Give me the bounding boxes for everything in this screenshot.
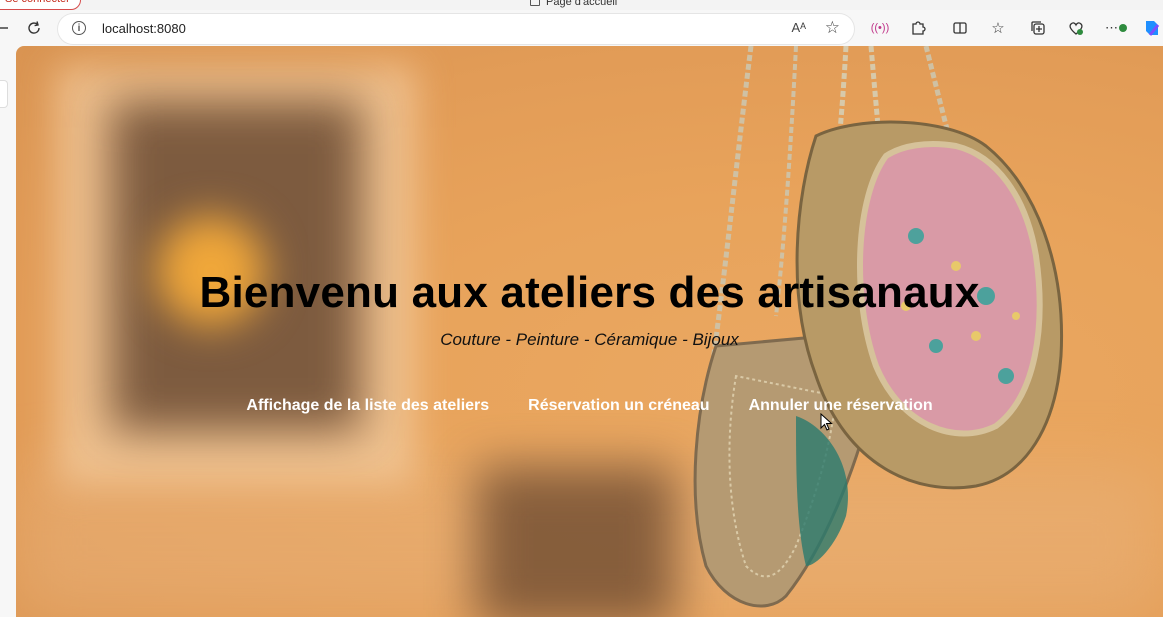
read-aloud-icon[interactable]: Aᴬ <box>791 20 806 35</box>
browser-title-bar: Se connecter Page d'accueil ▫ <box>0 0 1163 10</box>
link-list-workshops[interactable]: Affichage de la liste des ateliers <box>246 397 489 415</box>
url-text[interactable]: localhost:8080 <box>102 21 186 36</box>
copilot-icon[interactable] <box>1138 14 1163 42</box>
extension-icon[interactable]: ((•)) <box>866 14 894 42</box>
tab-title-text: Page d'accueil <box>546 0 618 8</box>
refresh-icon[interactable] <box>20 14 48 42</box>
favorite-star-icon[interactable]: ☆ <box>825 18 840 38</box>
extensions-puzzle-icon[interactable] <box>904 14 932 42</box>
page-icon <box>530 0 540 6</box>
tab-title: Page d'accueil <box>530 0 617 8</box>
hero-section: Bienvenu aux ateliers des artisanaux Cou… <box>16 46 1163 617</box>
page-viewport: Bienvenu aux ateliers des artisanaux Cou… <box>16 46 1163 617</box>
sidebar-edge <box>0 46 16 617</box>
link-reserve-slot[interactable]: Réservation un créneau <box>528 397 709 415</box>
favorites-icon[interactable]: ☆ <box>984 14 1012 42</box>
main-navigation: Affichage de la liste des ateliers Réser… <box>16 397 1163 415</box>
signin-button[interactable]: Se connecter <box>0 0 81 10</box>
site-info-icon[interactable]: i <box>72 21 86 35</box>
window-controls[interactable]: ▫ <box>1097 0 1123 5</box>
page-subtitle: Couture - Peinture - Céramique - Bijoux <box>440 330 739 349</box>
browser-toolbar: i localhost:8080 Aᴬ ☆ ((•)) ☆ ⋯ <box>0 10 1163 46</box>
sidebar-toggle[interactable] <box>0 80 8 108</box>
mouse-cursor-icon <box>820 413 833 431</box>
page-title: Bienvenu aux ateliers des artisanaux <box>199 268 980 317</box>
split-screen-icon[interactable] <box>946 14 974 42</box>
link-cancel-reservation[interactable]: Annuler une réservation <box>749 397 933 415</box>
back-icon[interactable] <box>0 14 16 42</box>
browser-essentials-icon[interactable] <box>1062 14 1090 42</box>
more-options-icon[interactable]: ⋯ <box>1102 14 1130 42</box>
address-bar[interactable]: i localhost:8080 Aᴬ ☆ <box>58 14 854 44</box>
collections-icon[interactable] <box>1024 14 1052 42</box>
